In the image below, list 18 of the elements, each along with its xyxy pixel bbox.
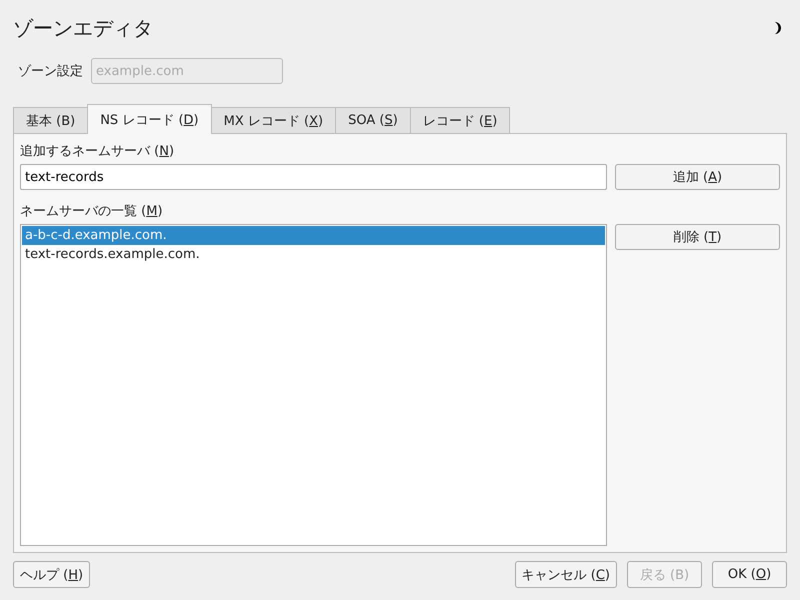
- tab[interactable]: 基本 (B): [13, 107, 88, 133]
- field-label: 追加するネームサーバ (N): [20, 143, 176, 161]
- list-item[interactable]: text-records.example.com.: [22, 245, 605, 264]
- dialog-button[interactable]: ヘルプ (H): [13, 561, 90, 588]
- tab[interactable]: SOA (S): [335, 107, 411, 133]
- tab[interactable]: MX レコード (X): [210, 107, 336, 133]
- nameserver-list[interactable]: a-b-c-d.example.com. text-records.example.com.: [20, 224, 607, 546]
- window-title: ゾーンエディタ: [13, 14, 153, 42]
- add-button[interactable]: 追加 (A): [615, 164, 780, 190]
- tab[interactable]: レコード (E): [410, 107, 510, 133]
- tab[interactable]: NS レコード (D): [87, 104, 212, 134]
- list-label: ネームサーバの一覧 (M): [20, 203, 164, 221]
- list-item[interactable]: a-b-c-d.example.com.: [22, 226, 605, 245]
- delete-button[interactable]: 削除 (T): [615, 224, 780, 250]
- zone-label: ゾーン設定: [18, 63, 83, 80]
- dialog-button[interactable]: OK (O): [712, 561, 787, 588]
- dialog-button[interactable]: キャンセル (C): [514, 561, 617, 588]
- nameserver-input-field[interactable]: text-records: [20, 164, 607, 190]
